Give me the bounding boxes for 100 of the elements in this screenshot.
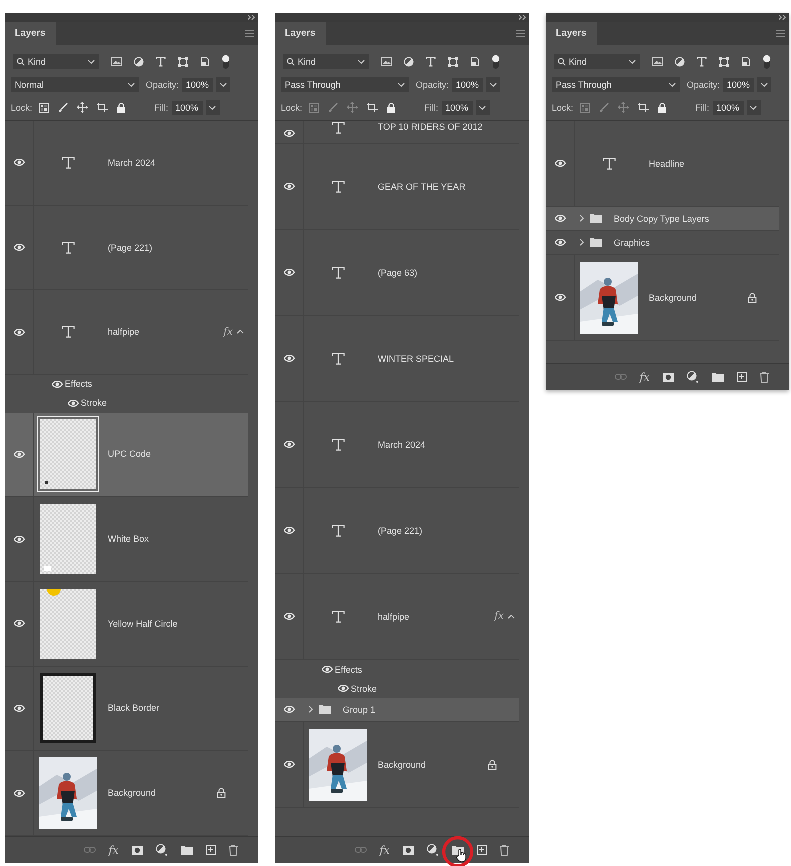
folder-icon[interactable]: [712, 372, 724, 382]
collapse-icon[interactable]: [248, 15, 255, 20]
eye-icon[interactable]: [322, 666, 333, 673]
image-filter-icon[interactable]: [652, 57, 663, 66]
eye-icon[interactable]: [284, 613, 294, 620]
eye-icon[interactable]: [284, 706, 294, 713]
layer-row[interactable]: (Page 221): [275, 488, 519, 574]
eye-icon[interactable]: [68, 400, 79, 407]
trash-icon[interactable]: [760, 372, 769, 382]
layer-row[interactable]: UPC Code: [5, 412, 248, 498]
adjustment-icon[interactable]: [427, 844, 439, 856]
layer-group-row[interactable]: Body Copy Type Layers: [546, 207, 779, 231]
chevron-icon[interactable]: [580, 215, 584, 222]
collapse-icon[interactable]: [779, 15, 786, 20]
new-layer-icon[interactable]: [206, 845, 216, 855]
fill-field[interactable]: 100%: [442, 100, 473, 114]
eye-icon[interactable]: [14, 328, 24, 336]
adjustment-icon[interactable]: [687, 371, 699, 383]
layer-group-row[interactable]: Graphics: [546, 231, 779, 255]
layer-row[interactable]: Black Border: [5, 666, 248, 752]
eye-icon[interactable]: [554, 160, 566, 167]
layer-row[interactable]: (Page 221): [5, 206, 248, 290]
blend-mode-dropdown[interactable]: Normal: [11, 77, 139, 92]
eye-icon[interactable]: [284, 355, 294, 362]
fill-slider-button[interactable]: [476, 100, 490, 115]
lock-pixels-icon[interactable]: [38, 102, 49, 112]
fill-field[interactable]: 100%: [172, 100, 203, 114]
fill-field[interactable]: 100%: [712, 100, 744, 114]
new-layer-icon[interactable]: [737, 372, 747, 382]
fill-slider-button[interactable]: [746, 100, 761, 115]
layer-group-row[interactable]: Group 1: [275, 698, 519, 722]
eye-icon[interactable]: [554, 239, 566, 246]
type-filter-icon[interactable]: [697, 56, 707, 66]
layers-tab[interactable]: Layers: [546, 22, 597, 45]
kind-filter-dropdown[interactable]: Kind: [554, 54, 640, 69]
new-layer-icon[interactable]: [477, 845, 487, 855]
brush-icon[interactable]: [58, 102, 68, 112]
eye-icon[interactable]: [14, 704, 24, 712]
add-style-button[interactable]: fx: [640, 370, 650, 384]
eye-icon[interactable]: [284, 269, 294, 276]
blend-mode-dropdown[interactable]: Pass Through: [552, 77, 680, 92]
filter-toggle-icon[interactable]: [222, 54, 230, 68]
smart-object-filter-icon[interactable]: [470, 56, 480, 66]
mask-icon[interactable]: [403, 846, 414, 854]
layer-row[interactable]: GEAR OF THE YEAR: [275, 144, 519, 230]
adjustment-filter-icon[interactable]: [404, 56, 414, 66]
eye-icon[interactable]: [284, 527, 294, 534]
adjustment-icon[interactable]: [156, 844, 168, 856]
folder-icon[interactable]: [181, 846, 193, 854]
opacity-field[interactable]: 100%: [452, 78, 484, 92]
layer-row[interactable]: Yellow Half Circle: [5, 582, 248, 667]
type-filter-icon[interactable]: [156, 56, 166, 66]
adjustment-filter-icon[interactable]: [134, 56, 144, 66]
layer-row[interactable]: March 2024: [275, 402, 519, 488]
adjustment-filter-icon[interactable]: [675, 56, 685, 66]
opacity-field[interactable]: 100%: [182, 78, 214, 92]
trash-icon[interactable]: [229, 844, 238, 856]
image-filter-icon[interactable]: [111, 57, 122, 66]
layers-tab[interactable]: Layers: [5, 22, 56, 45]
collapse-icon[interactable]: [519, 15, 526, 20]
lock-icon[interactable]: [658, 102, 667, 112]
eye-icon[interactable]: [14, 620, 24, 628]
eye-icon[interactable]: [338, 685, 349, 692]
opacity-slider-button[interactable]: [216, 77, 230, 92]
eye-icon[interactable]: [284, 183, 294, 190]
lock-icon[interactable]: [116, 102, 126, 112]
eye-icon[interactable]: [14, 536, 24, 543]
filter-toggle-icon[interactable]: [763, 54, 771, 68]
kind-filter-dropdown[interactable]: Kind: [283, 54, 369, 69]
fill-slider-button[interactable]: [206, 100, 220, 115]
add-style-button[interactable]: fx: [380, 844, 390, 856]
smart-object-filter-icon[interactable]: [741, 56, 751, 66]
eye-icon[interactable]: [284, 761, 294, 768]
layer-row[interactable]: White Box: [5, 497, 248, 582]
eye-icon[interactable]: [14, 790, 24, 797]
layer-row[interactable]: Background: [275, 722, 519, 808]
mask-icon[interactable]: [663, 372, 674, 382]
image-filter-icon[interactable]: [381, 57, 392, 66]
lock-icon[interactable]: [386, 102, 396, 112]
menu-icon[interactable]: [245, 30, 254, 37]
eye-icon[interactable]: [52, 380, 63, 388]
shape-filter-icon[interactable]: [719, 56, 729, 66]
move-icon[interactable]: [76, 102, 88, 113]
shape-filter-icon[interactable]: [178, 56, 188, 66]
smart-object-filter-icon[interactable]: [200, 56, 210, 66]
opacity-slider-button[interactable]: [757, 77, 772, 92]
layers-tab[interactable]: Layers: [275, 22, 326, 45]
kind-filter-dropdown[interactable]: Kind: [13, 54, 99, 69]
eye-icon[interactable]: [554, 294, 566, 301]
layer-row[interactable]: WINTER SPECIAL: [275, 316, 519, 402]
type-filter-icon[interactable]: [426, 56, 436, 66]
filter-toggle-icon[interactable]: [492, 54, 500, 68]
eye-icon[interactable]: [284, 130, 294, 137]
add-style-button[interactable]: fx: [108, 844, 119, 856]
menu-icon[interactable]: [776, 30, 785, 37]
layer-row[interactable]: (Page 63): [275, 230, 519, 316]
trash-icon[interactable]: [500, 844, 509, 856]
eye-icon[interactable]: [554, 215, 566, 222]
chevron-icon[interactable]: [580, 239, 584, 246]
blend-mode-dropdown[interactable]: Pass Through: [281, 77, 409, 92]
